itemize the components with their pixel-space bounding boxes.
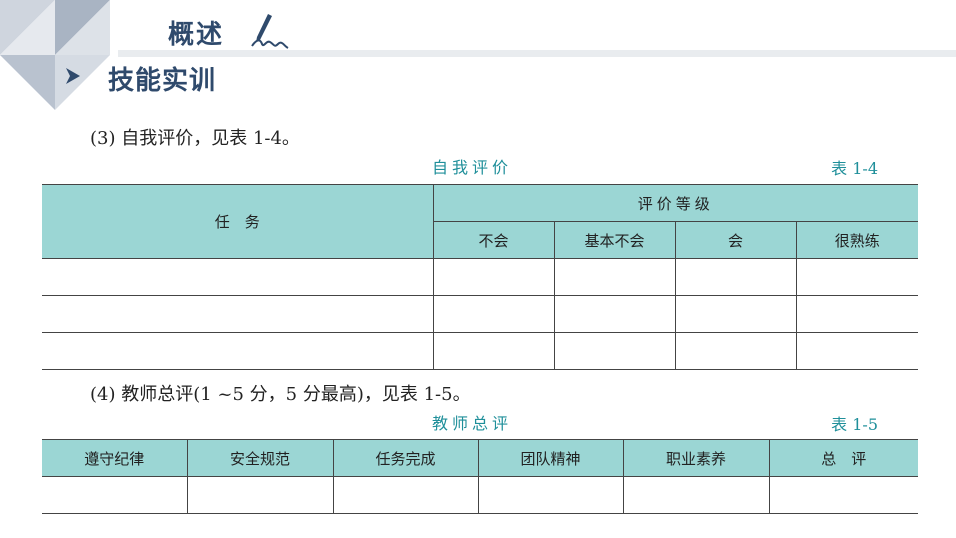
table-cell <box>768 476 918 514</box>
grade-column-header: 很熟练 <box>795 221 919 259</box>
teacher-eval-caption: 教师总评 <box>432 414 513 433</box>
self-eval-caption: 自我评价 <box>432 158 513 177</box>
table-cell <box>553 332 676 370</box>
table-cell <box>795 332 919 370</box>
table-cell <box>42 295 434 333</box>
arrow-right-icon <box>66 68 80 84</box>
grade-column-header: 不会 <box>432 221 555 259</box>
column-header: 职业素养 <box>622 439 770 477</box>
table-cell <box>432 332 555 370</box>
table-cell <box>674 258 797 296</box>
table-cell <box>622 476 770 514</box>
table-cell <box>432 258 555 296</box>
table-row <box>42 258 919 296</box>
grade-column-header: 基本不会 <box>553 221 676 259</box>
task-header: 任 务 <box>42 184 434 259</box>
table-cell <box>42 476 188 514</box>
table-cell <box>186 476 334 514</box>
table-cell <box>553 258 676 296</box>
teacher-eval-table-number: 表 1-5 <box>831 415 878 434</box>
table-cell <box>674 332 797 370</box>
table-row <box>42 476 918 514</box>
table-cell <box>795 258 919 296</box>
section-title: 技能实训 <box>108 66 217 96</box>
header-divider <box>118 50 956 57</box>
step-self-eval: (3) 自我评价，见表 1-4。 <box>90 128 300 149</box>
table-cell <box>42 258 434 296</box>
column-header: 任务完成 <box>332 439 479 477</box>
column-header: 团队精神 <box>477 439 624 477</box>
table-row <box>42 332 919 370</box>
grade-column-header: 会 <box>674 221 797 259</box>
table-cell <box>553 295 676 333</box>
corner-decoration <box>0 0 110 110</box>
self-eval-table: 任 务 评价等级 不会 基本不会 会 很熟练 <box>42 184 919 370</box>
column-header: 总 评 <box>768 439 918 477</box>
page-title: 概述 <box>168 20 225 50</box>
table-row <box>42 295 919 333</box>
document-page: (3) 自我评价，见表 1-4。 自我评价 表 1-4 任 务 评价等级 不会 … <box>42 116 919 518</box>
table-cell <box>42 332 434 370</box>
self-eval-table-number: 表 1-4 <box>831 159 878 178</box>
grade-header: 评价等级 <box>432 184 919 222</box>
column-header: 安全规范 <box>186 439 334 477</box>
teacher-eval-table: 遵守纪律 安全规范 任务完成 团队精神 职业素养 总 评 <box>42 439 918 514</box>
table-cell <box>432 295 555 333</box>
table-cell <box>477 476 624 514</box>
table-cell <box>795 295 919 333</box>
table-cell <box>674 295 797 333</box>
table-cell <box>332 476 479 514</box>
pen-icon <box>251 14 289 49</box>
column-header: 遵守纪律 <box>42 439 188 477</box>
step-teacher-eval: (4) 教师总评(1 ~5 分，5 分最高)，见表 1-5。 <box>90 384 471 405</box>
